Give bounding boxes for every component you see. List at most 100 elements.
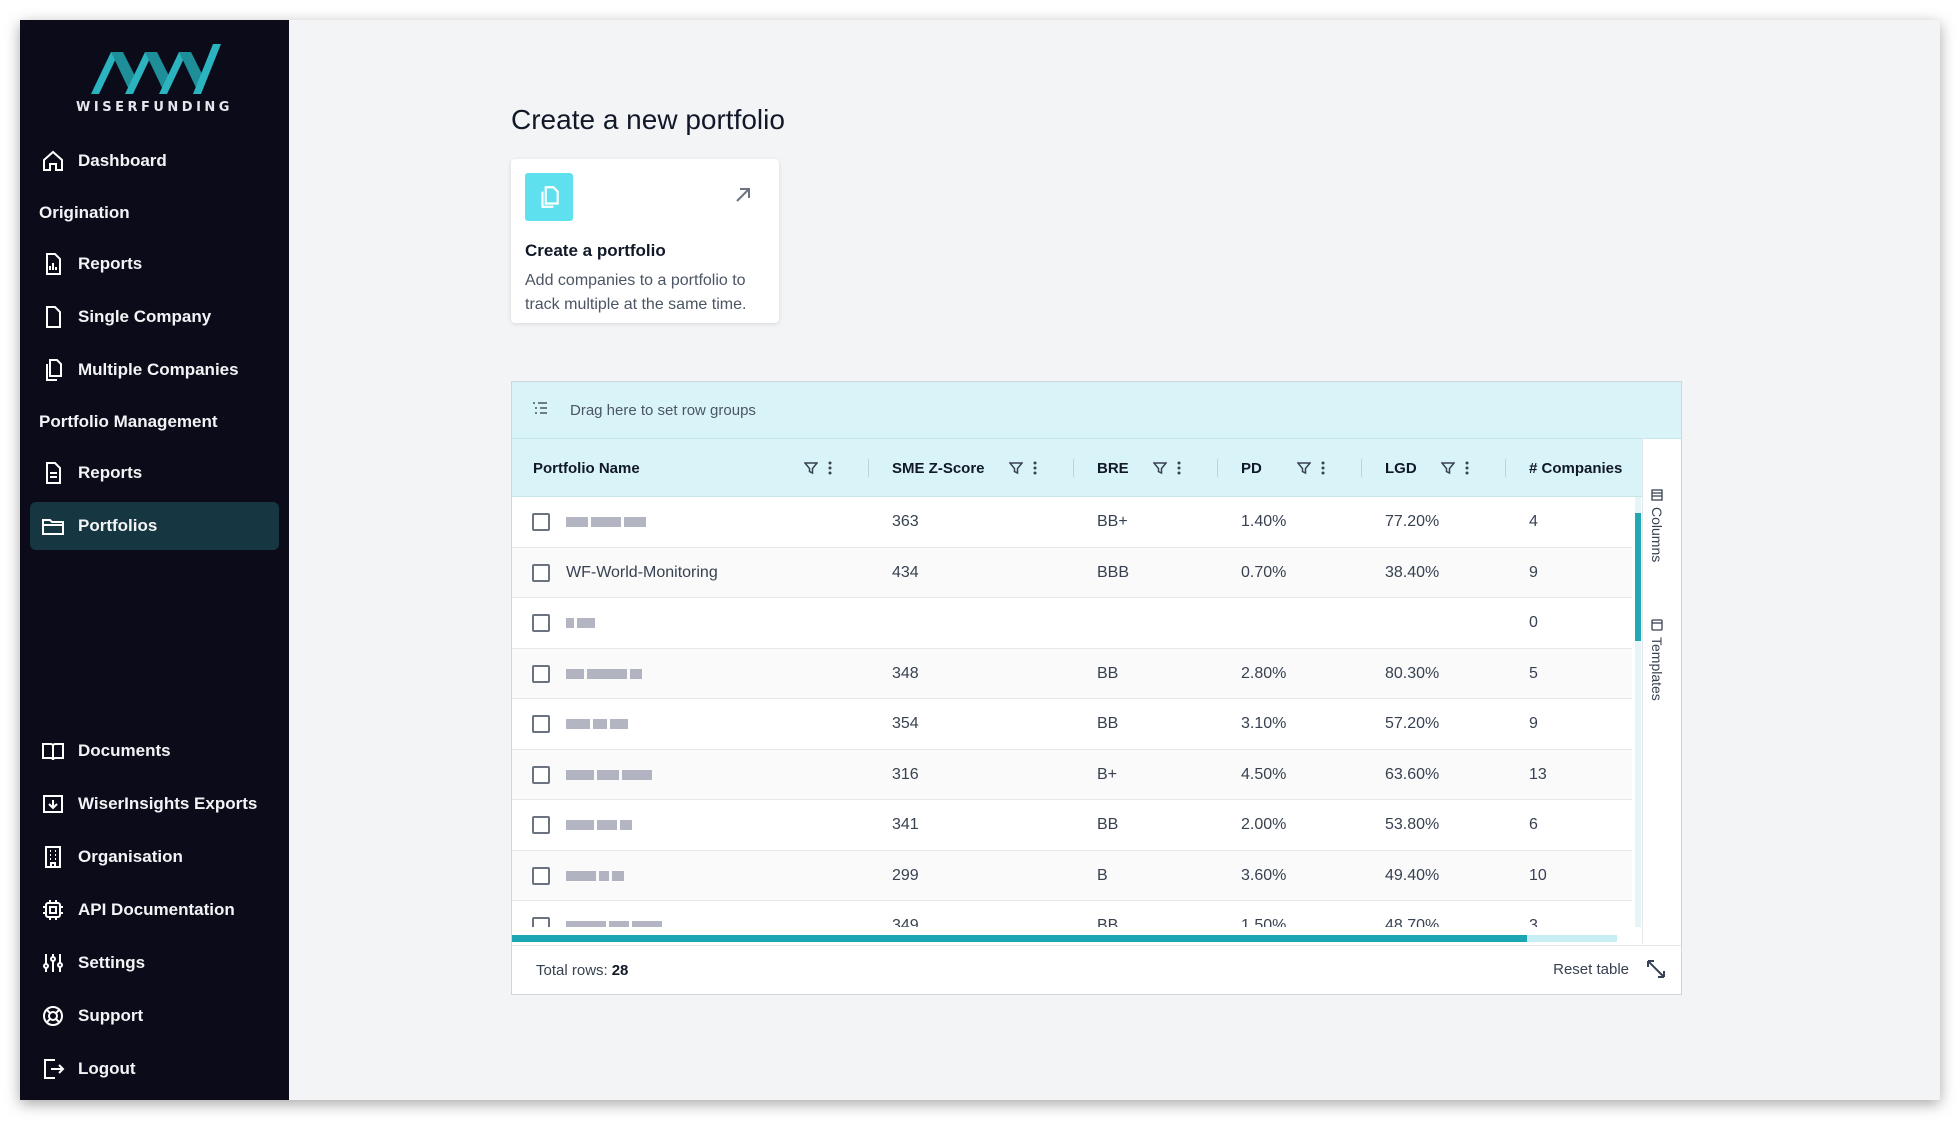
table-row[interactable]: 349 BB 1.50% 48.70% 3 [512,901,1632,927]
table-row[interactable]: 0 [512,598,1632,649]
cell-pd: 3.10% [1241,715,1287,732]
column-separator[interactable] [1073,459,1074,477]
row-checkbox[interactable] [532,715,550,733]
row-checkbox[interactable] [532,563,550,582]
cell-bre: B [1097,866,1108,884]
redacted-text [566,870,624,881]
column-separator[interactable] [868,459,869,477]
filter-icon[interactable] [1297,461,1311,475]
table-row[interactable]: 316 B+ 4.50% 63.60% 13 [512,749,1632,800]
column-separator[interactable] [1361,459,1362,477]
create-portfolio-card[interactable]: Create a portfolio Add companies to a po… [511,159,779,323]
table-row[interactable]: 299 B 3.60% 49.40% 10 [512,850,1632,901]
column-controls [1153,439,1181,497]
row-checkbox[interactable] [532,765,550,784]
sidebar-item-settings[interactable]: Settings [30,939,279,987]
logout-icon [40,1056,66,1082]
column-menu-icon[interactable] [828,461,832,475]
sidebar-item-portfolios[interactable]: Portfolios [30,502,279,550]
card-title: Create a portfolio [525,241,666,260]
cell-pd: 2.00% [1241,816,1287,833]
column-menu-icon[interactable] [1177,461,1181,475]
side-tab-columns[interactable]: Columns [1649,489,1665,562]
row-checkbox[interactable] [532,513,550,531]
sidebar-nav-top: Dashboard Origination Reports Single Com… [20,137,289,555]
sidebar-nav-bottom: Documents WiserInsights Exports Organisa… [20,727,289,1098]
cell-companies: 3 [1529,917,1538,927]
vertical-scrollbar-thumb[interactable] [1635,513,1641,641]
horizontal-scrollbar[interactable] [512,935,1617,942]
row-checkbox[interactable] [532,664,550,683]
lifebuoy-icon [40,1003,66,1029]
column-separator[interactable] [1505,459,1506,477]
vertical-scrollbar[interactable] [1635,497,1641,927]
column-header-lgd[interactable]: LGD [1385,439,1417,497]
cell-pd: 0.70% [1241,563,1287,581]
table-row[interactable]: WF-World-Monitoring 434 BBB 0.70% 38.40%… [512,547,1632,598]
table-row[interactable]: 348 BB 2.80% 80.30% 5 [512,648,1632,699]
sidebar-item-label: Logout [78,1059,136,1078]
book-icon [40,738,66,764]
expand-icon[interactable] [1645,958,1667,984]
column-header-sme-z-score[interactable]: SME Z-Score [892,439,985,497]
column-separator[interactable] [1217,459,1218,477]
column-controls [804,439,832,497]
row-group-drop-zone[interactable]: Drag here to set row groups [512,382,1681,439]
redacted-text [566,668,642,679]
brand-name: WISERFUNDING [76,100,233,115]
column-header-pd[interactable]: PD [1241,439,1262,497]
row-checkbox[interactable] [532,866,550,885]
column-menu-icon[interactable] [1465,461,1469,475]
cell-lgd: 49.40% [1385,866,1440,884]
sidebar-item-origination-reports[interactable]: Reports [30,240,279,288]
sidebar-item-logout[interactable]: Logout [30,1045,279,1093]
filter-icon[interactable] [804,461,818,475]
side-tab-label: Templates [1649,637,1665,701]
cell-sme-z-score: 348 [892,664,919,682]
filter-icon[interactable] [1441,461,1455,475]
table-row[interactable]: 341 BB 2.00% 53.80% 6 [512,800,1632,851]
row-checkbox[interactable] [532,614,550,632]
sidebar-item-wiserinsights-exports[interactable]: WiserInsights Exports [30,780,279,828]
filter-icon[interactable] [1153,461,1167,475]
side-tab-templates[interactable]: Templates [1649,619,1665,701]
cell-portfolio-name-redacted [566,649,642,699]
arrow-up-right-icon [733,185,753,210]
sidebar-item-api-documentation[interactable]: API Documentation [30,886,279,934]
column-menu-icon[interactable] [1033,461,1037,475]
building-icon [40,844,66,870]
row-checkbox[interactable] [532,816,550,834]
reset-table-button[interactable]: Reset table [1553,961,1629,978]
filter-icon[interactable] [1009,461,1023,475]
table-row[interactable]: 354 BB 3.10% 57.20% 9 [512,699,1632,750]
row-checkbox[interactable] [532,917,550,927]
cell-companies: 13 [1529,765,1547,783]
sidebar-item-portfolio-reports[interactable]: Reports [30,449,279,497]
column-header-bre[interactable]: BRE [1097,439,1129,497]
side-tab-label: Columns [1649,507,1665,563]
sidebar-item-label: Multiple Companies [78,360,239,379]
sidebar-item-dashboard[interactable]: Dashboard [30,137,279,185]
cell-companies: 9 [1529,563,1538,581]
table-row[interactable]: 363 BB+ 1.40% 77.20% 4 [512,497,1632,548]
cell-sme-z-score: 316 [892,765,919,783]
horizontal-scrollbar-thumb[interactable] [512,935,1527,942]
sidebar-item-documents[interactable]: Documents [30,727,279,775]
grid-side-panel: Columns Templates [1642,439,1681,944]
sidebar-item-label: Reports [78,463,143,482]
column-header-portfolio-name[interactable]: Portfolio Name [533,439,640,497]
sidebar-item-single-company[interactable]: Single Company [30,293,279,341]
cell-sme-z-score: 354 [892,715,919,732]
sidebar-item-label: Support [78,1006,144,1025]
sidebar-item-label: Settings [78,953,146,972]
report-icon [40,251,66,277]
row-group-hint: Drag here to set row groups [570,401,756,419]
cell-lgd: 80.30% [1385,664,1440,682]
column-header-companies[interactable]: # Companies [1529,439,1622,497]
sidebar-item-support[interactable]: Support [30,992,279,1040]
sidebar-item-organisation[interactable]: Organisation [30,833,279,881]
redacted-text [566,618,595,628]
column-menu-icon[interactable] [1321,461,1325,475]
brand-logo[interactable]: WISERFUNDING [20,42,289,115]
sidebar-item-multiple-companies[interactable]: Multiple Companies [30,346,279,394]
